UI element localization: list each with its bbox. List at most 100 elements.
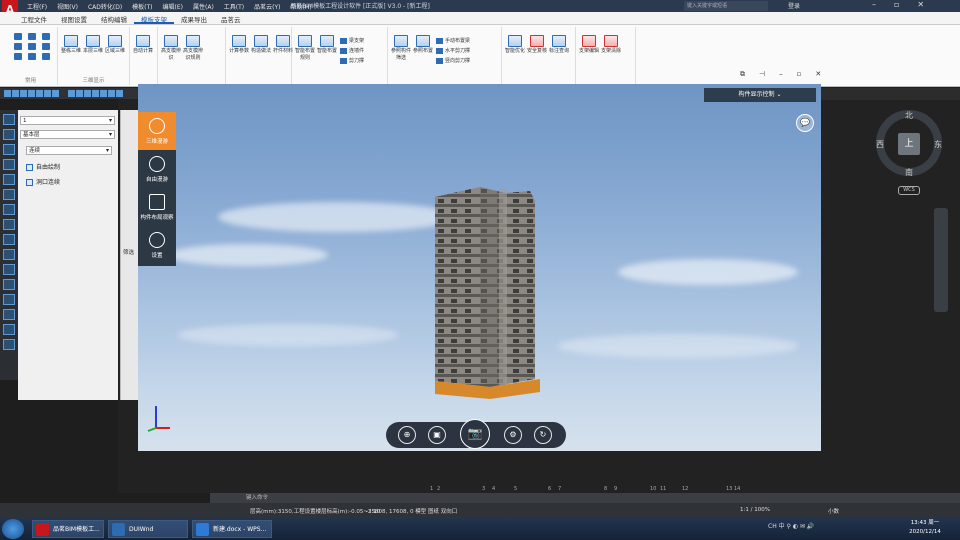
- ribbon-tab-3[interactable]: 模板支架: [134, 12, 174, 24]
- ribbon-small-button[interactable]: 水平剪刀撑: [436, 47, 470, 54]
- system-clock[interactable]: 13:43 周一 2020/12/14: [900, 519, 950, 537]
- viewer-close-icon[interactable]: ✕: [815, 70, 821, 79]
- viewcube-top-face[interactable]: 上: [898, 133, 920, 155]
- panel-item-free-draw[interactable]: 自由绘制: [26, 162, 60, 171]
- ribbon-button[interactable]: 计算参数: [228, 35, 250, 55]
- ribbon-button[interactable]: 参照构件筛选: [390, 35, 412, 62]
- login-link[interactable]: 登录: [788, 1, 800, 10]
- ribbon-small-button[interactable]: 竖向剪刀撑: [436, 57, 470, 64]
- component-display-control-button[interactable]: 构件显示控制 ⌄: [704, 88, 816, 102]
- ribbon-button[interactable]: 整栋三维: [60, 35, 82, 55]
- ribbon-button[interactable]: 智能布置: [316, 35, 338, 55]
- component-tool-icon[interactable]: [3, 279, 15, 290]
- draw-mode-select[interactable]: 连续: [26, 146, 112, 155]
- toolbar-icon[interactable]: [84, 90, 91, 97]
- taskbar-app[interactable]: DUIWnd: [108, 520, 188, 538]
- toolbar-icon[interactable]: [100, 90, 107, 97]
- quick-tool-icon[interactable]: [28, 33, 36, 40]
- ribbon-button[interactable]: 杆件材料: [272, 35, 294, 55]
- component-tool-icon[interactable]: [3, 189, 15, 200]
- toolbar-icon[interactable]: [68, 90, 75, 97]
- settings-button[interactable]: 设置: [138, 226, 176, 264]
- toolbar-icon[interactable]: [44, 90, 51, 97]
- comment-bubble-icon[interactable]: 💬: [796, 114, 814, 132]
- component-layout-view-button[interactable]: 构件布局观察: [138, 188, 176, 226]
- component-tool-icon[interactable]: [3, 204, 15, 215]
- menu-item-2[interactable]: CAD转化(D): [83, 0, 127, 12]
- quick-tool-icon[interactable]: [42, 33, 50, 40]
- panel-item-opening[interactable]: 洞口连续: [26, 177, 60, 186]
- taskbar-app[interactable]: 品茗BIM模板工...: [32, 520, 104, 538]
- compass-east[interactable]: 东: [934, 139, 942, 150]
- ribbon-small-button[interactable]: 手动布置梁: [436, 37, 470, 44]
- toolbar-icon[interactable]: [108, 90, 115, 97]
- rotate-icon[interactable]: ↻: [534, 426, 552, 444]
- ribbon-tab-5[interactable]: 品茗云: [214, 12, 248, 24]
- toolbar-icon[interactable]: [116, 90, 123, 97]
- navigation-bar[interactable]: [934, 208, 948, 312]
- toolbar-icon[interactable]: [20, 90, 27, 97]
- ribbon-button[interactable]: 参照布置: [412, 35, 434, 55]
- component-tool-icon[interactable]: [3, 174, 15, 185]
- ribbon-button[interactable]: 构造做法: [250, 35, 272, 55]
- quick-tool-icon[interactable]: [42, 53, 50, 60]
- ribbon-tab-0[interactable]: 工程文件: [14, 12, 54, 24]
- quick-tool-icon[interactable]: [28, 53, 36, 60]
- toolbar-icon[interactable]: [76, 90, 83, 97]
- help-search-input[interactable]: 键入关键字或短语: [684, 1, 768, 11]
- menu-item-4[interactable]: 编辑(E): [158, 0, 188, 12]
- quick-tool-icon[interactable]: [28, 43, 36, 50]
- layer-select[interactable]: 基本层: [20, 130, 115, 139]
- menu-item-7[interactable]: 品茗云(Y): [249, 0, 285, 12]
- ribbon-button[interactable]: 标注查询: [548, 35, 570, 55]
- menu-item-0[interactable]: 工程(F): [22, 0, 52, 12]
- menu-item-1[interactable]: 视图(V): [52, 0, 83, 12]
- units-display[interactable]: 小数: [828, 507, 839, 515]
- roam-3d-button[interactable]: 三维漫游: [138, 112, 176, 150]
- viewer-restore-icon[interactable]: ⧉: [740, 70, 745, 79]
- floor-select[interactable]: 1: [20, 116, 115, 125]
- compass-north[interactable]: 北: [905, 110, 913, 121]
- ribbon-button[interactable]: 区域三维: [104, 35, 126, 55]
- ribbon-button[interactable]: 支架编辑: [578, 35, 600, 55]
- component-tool-icon[interactable]: [3, 114, 15, 125]
- ribbon-button[interactable]: 自动计算: [132, 35, 154, 55]
- quick-tool-icon[interactable]: [14, 33, 22, 40]
- component-tool-icon[interactable]: [3, 159, 15, 170]
- ribbon-small-button[interactable]: 剪刀撑: [340, 57, 364, 64]
- quick-tool-icon[interactable]: [42, 43, 50, 50]
- component-tool-icon[interactable]: [3, 129, 15, 140]
- command-line-input[interactable]: 键入命令: [210, 493, 960, 503]
- viewer-minimize-icon[interactable]: –: [779, 70, 783, 79]
- viewer-maximize-icon[interactable]: ▫: [797, 70, 802, 79]
- component-tool-icon[interactable]: [3, 249, 15, 260]
- toolbar-icon[interactable]: [92, 90, 99, 97]
- toolbar-icon[interactable]: [52, 90, 59, 97]
- camera-icon[interactable]: 📷: [460, 419, 490, 449]
- component-tool-icon[interactable]: [3, 309, 15, 320]
- ribbon-button[interactable]: 高支模辨识规则: [182, 35, 204, 62]
- annotation-scale[interactable]: 1:1 / 100%: [740, 507, 770, 513]
- menu-item-6[interactable]: 工具(T): [219, 0, 249, 12]
- filter-tab[interactable]: 筛选: [123, 248, 134, 256]
- ribbon-button[interactable]: 支架清除: [600, 35, 622, 55]
- component-tool-icon[interactable]: [3, 339, 15, 350]
- taskbar-app[interactable]: 新建.docx - WPS...: [192, 520, 272, 538]
- component-tool-icon[interactable]: [3, 219, 15, 230]
- menu-item-5[interactable]: 属性(A): [188, 0, 219, 12]
- toolbar-icon[interactable]: [4, 90, 11, 97]
- ribbon-tab-2[interactable]: 结构编辑: [94, 12, 134, 24]
- globe-view-icon[interactable]: ⊕: [398, 426, 416, 444]
- ribbon-button[interactable]: 本层三维: [82, 35, 104, 55]
- toolbar-icon[interactable]: [28, 90, 35, 97]
- ribbon-button[interactable]: 高支模辨识: [160, 35, 182, 62]
- 3d-viewer[interactable]: 构件显示控制 ⌄ 💬 三维漫游 自由漫游 构件布局观察 设置 ⊕ ▣ 📷 ⚙ ↻: [138, 84, 821, 451]
- component-tool-icon[interactable]: [3, 264, 15, 275]
- close-icon[interactable]: ✕: [917, 0, 924, 9]
- settings-gear-icon[interactable]: ⚙: [504, 426, 522, 444]
- toolbar-icon[interactable]: [12, 90, 19, 97]
- component-tool-icon[interactable]: [3, 294, 15, 305]
- component-tool-icon[interactable]: [3, 234, 15, 245]
- wcs-menu[interactable]: WCS: [898, 186, 920, 195]
- ribbon-small-button[interactable]: 连墙件: [340, 47, 364, 54]
